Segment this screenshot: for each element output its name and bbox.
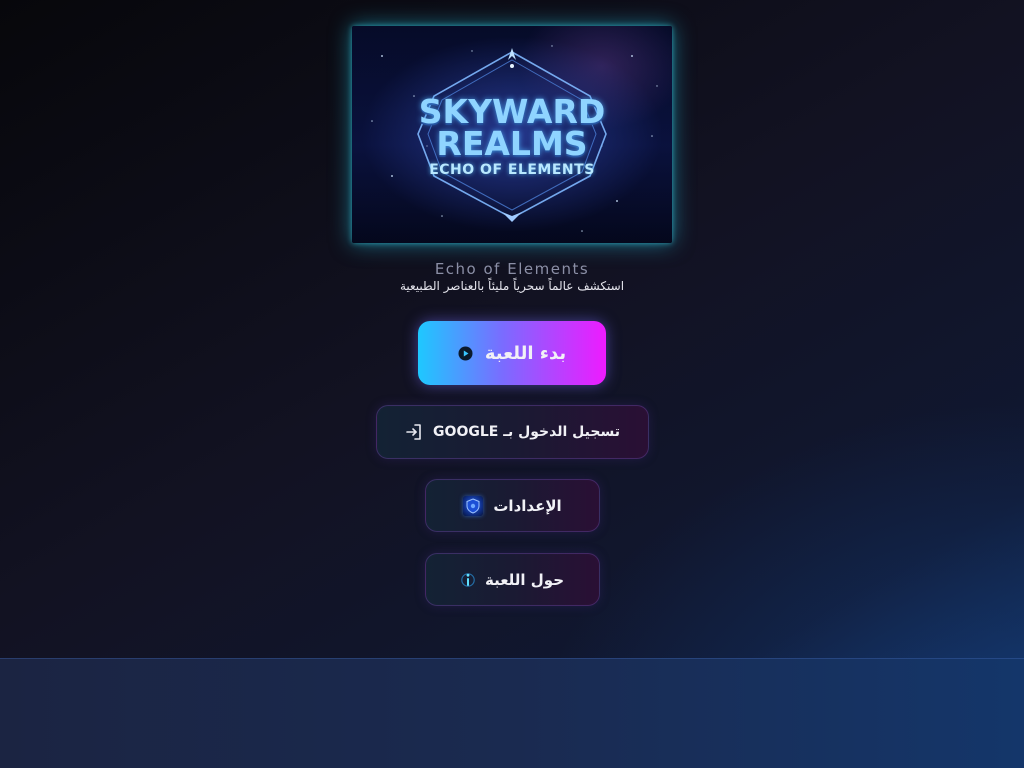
banner-title-line2: REALMS [436,124,588,163]
play-icon [458,346,473,361]
shield-icon [463,495,484,516]
settings-button[interactable]: الإعدادات [425,479,600,532]
google-login-label: تسجيل الدخول بـ GOOGLE [433,424,620,440]
info-icon [461,571,475,589]
bottom-strip [0,658,1024,768]
start-game-button[interactable]: بدء اللعبة [418,321,606,385]
game-logo-banner: SKYWARD REALMS ECHO OF ELEMENTS [352,26,672,243]
about-game-button[interactable]: حول اللعبة [425,553,600,606]
settings-label: الإعدادات [493,496,562,515]
banner-subtitle: ECHO OF ELEMENTS [429,162,595,178]
google-login-button[interactable]: تسجيل الدخول بـ GOOGLE [376,405,649,459]
game-tagline: استكشف عالماً سحرياً مليئاً بالعناصر الط… [399,279,625,293]
start-game-label: بدء اللعبة [484,342,567,364]
login-icon [405,423,423,441]
game-subtitle: Echo of Elements [434,260,590,278]
about-game-label: حول اللعبة [484,570,565,589]
